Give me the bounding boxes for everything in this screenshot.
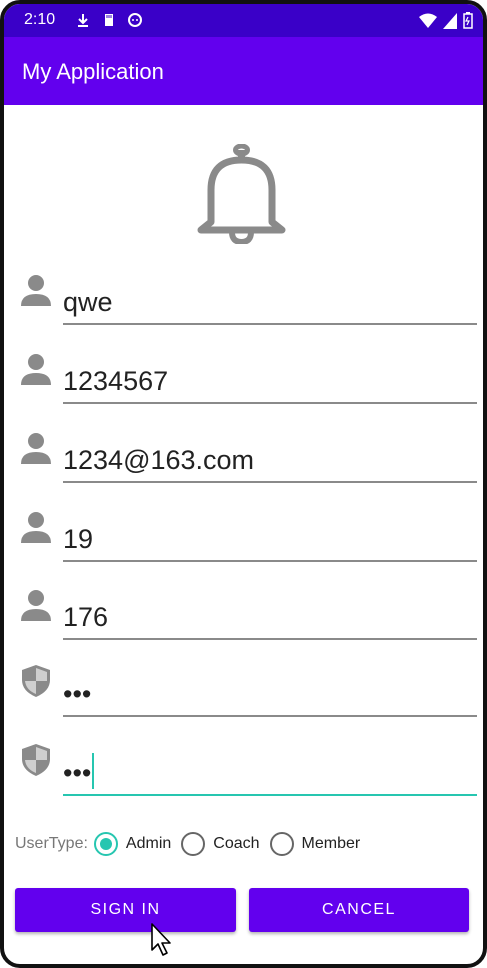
radio-member-button[interactable]	[269, 832, 294, 856]
confirm-password-field[interactable]	[63, 751, 477, 795]
bell-icon	[197, 144, 286, 244]
email-row	[4, 432, 483, 492]
battery-icon	[463, 12, 473, 29]
confirm-password-row	[4, 741, 483, 801]
age-field-underline	[63, 560, 477, 562]
radio-admin[interactable]: Admin	[93, 832, 172, 856]
user-type-label: UserType:	[15, 835, 88, 852]
status-time: 2:10	[24, 11, 56, 28]
radio-member-label: Member	[301, 835, 361, 852]
email-field-underline	[63, 481, 477, 483]
name-field[interactable]	[63, 280, 477, 324]
user-type-group: UserType: Admin Coach Member	[15, 824, 475, 864]
radio-coach-label: Coach	[213, 835, 260, 852]
confirm-password-field-underline	[63, 794, 477, 796]
radio-coach-button[interactable]	[181, 832, 206, 856]
status-right-icons	[419, 12, 473, 29]
phone-row	[4, 353, 483, 413]
person-icon	[21, 354, 51, 385]
phone-frame: 2:10 My Application qwe 1234567 1234@163…	[0, 0, 487, 968]
sd-card-icon	[105, 14, 113, 26]
age-field[interactable]	[63, 517, 477, 561]
name-row	[4, 274, 483, 334]
age-row	[4, 511, 483, 571]
name-field-underline	[63, 323, 477, 325]
password-row	[4, 662, 483, 722]
download-icon	[78, 14, 88, 27]
face-icon	[128, 13, 142, 27]
password-field[interactable]	[63, 672, 477, 716]
radio-admin-button[interactable]	[93, 832, 118, 856]
height-field[interactable]	[63, 595, 477, 639]
radio-coach[interactable]: Coach	[181, 832, 260, 856]
person-icon	[21, 512, 51, 543]
person-icon	[21, 590, 51, 621]
app-title: My Application	[22, 59, 164, 84]
radio-member[interactable]: Member	[269, 832, 361, 856]
height-row	[4, 589, 483, 649]
text-cursor	[92, 753, 94, 789]
cancel-button[interactable]: CANCEL	[249, 888, 469, 932]
sign-in-button[interactable]: SIGN IN	[15, 888, 236, 932]
person-icon	[21, 275, 51, 306]
radio-admin-label: Admin	[125, 835, 172, 852]
mouse-pointer-icon	[151, 923, 171, 956]
app-bar: My Application	[4, 37, 483, 105]
person-icon	[21, 433, 51, 464]
status-bar: 2:10	[4, 4, 483, 37]
phone-field[interactable]	[63, 359, 477, 403]
shield-icon	[22, 744, 50, 776]
email-field[interactable]	[63, 438, 477, 482]
wifi-icon	[419, 13, 437, 28]
password-field-underline	[63, 715, 477, 717]
height-field-underline	[63, 638, 477, 640]
shield-icon	[22, 665, 50, 697]
signal-icon	[443, 12, 457, 29]
phone-field-underline	[63, 402, 477, 404]
